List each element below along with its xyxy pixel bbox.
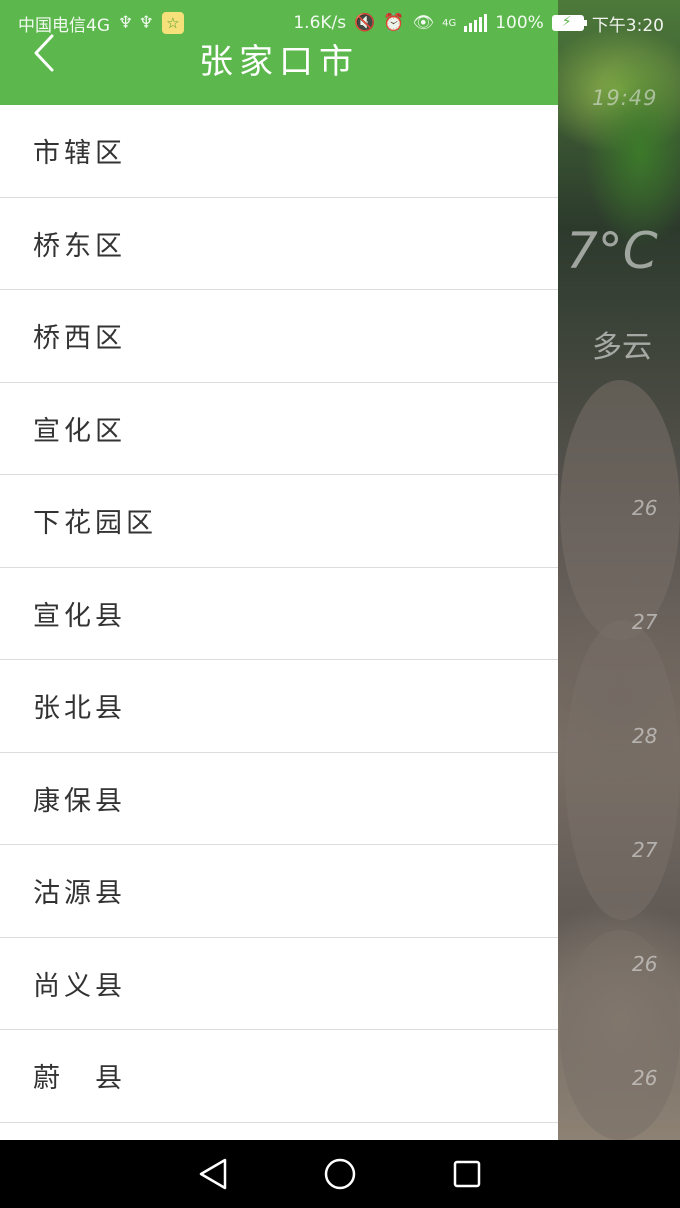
list-item[interactable]: 张北县 xyxy=(0,660,558,753)
list-item-label: 下花园区 xyxy=(33,508,157,540)
background-rock xyxy=(560,930,680,1140)
list-item-label: 宣化县 xyxy=(33,600,126,632)
signal-icon xyxy=(464,14,488,32)
mute-icon: 🔇 xyxy=(354,13,376,33)
forecast-temp: 28 xyxy=(632,724,658,748)
list-item-label: 尚义县 xyxy=(33,970,126,1002)
list-item-label: 沽源县 xyxy=(33,878,126,910)
forecast-temp: 27 xyxy=(632,838,658,862)
list-item[interactable]: 下花园区 xyxy=(0,475,558,568)
nav-back-button[interactable] xyxy=(189,1150,237,1198)
battery-icon: ⚡ xyxy=(551,14,587,31)
usb-icon: ♆ ♆ xyxy=(118,13,154,33)
nav-recents-button[interactable] xyxy=(443,1150,491,1198)
district-drawer: 张家口市 市辖区 桥东区 桥西区 宣化区 下花园区 宣化县 张北县 康保县 沽源… xyxy=(0,0,558,1140)
list-item-label: 桥东区 xyxy=(33,230,126,262)
background-rock xyxy=(565,620,680,920)
background-time: 19:49 xyxy=(592,86,658,110)
status-left: 中国电信4G ♆ ♆ ☆ xyxy=(18,11,184,36)
list-item[interactable]: 桥东区 xyxy=(0,198,558,290)
list-item[interactable]: 市辖区 xyxy=(0,105,558,198)
list-item-label: 桥西区 xyxy=(33,323,126,355)
list-item[interactable]: 沽源县 xyxy=(0,845,558,938)
square-recents-icon xyxy=(453,1160,480,1188)
clock: 下午3:20 xyxy=(591,15,664,36)
list-item-label: 蔚 县 xyxy=(33,1063,126,1095)
list-item-label: 康保县 xyxy=(33,785,126,817)
list-item[interactable]: 宣化县 xyxy=(0,568,558,660)
background-condition: 多云 xyxy=(592,330,652,365)
status-right: 1.6K/s 🔇 ⏰ 👁 4G 100% ⚡ 下午3:20 xyxy=(293,11,664,36)
network-speed: 1.6K/s xyxy=(293,13,347,33)
forecast-temp: 26 xyxy=(632,1066,658,1090)
alarm-icon: ⏰ xyxy=(383,13,405,33)
forecast-temp: 26 xyxy=(632,952,658,976)
list-item[interactable]: 宣化区 xyxy=(0,383,558,475)
background-temperature: 7°C xyxy=(566,222,658,280)
list-item[interactable]: 蔚 县 xyxy=(0,1030,558,1123)
list-item-label: 张北县 xyxy=(33,693,126,725)
carrier-label: 中国电信4G xyxy=(18,15,110,36)
list-item[interactable]: 康保县 xyxy=(0,753,558,845)
eye-icon: 👁 xyxy=(412,13,435,33)
list-item[interactable]: 桥西区 xyxy=(0,290,558,383)
forecast-temp: 26 xyxy=(632,496,658,520)
battery-percent: 100% xyxy=(495,13,544,33)
triangle-back-icon xyxy=(200,1158,227,1190)
circle-home-icon xyxy=(324,1158,356,1190)
nav-home-button[interactable] xyxy=(316,1150,364,1198)
list-item-label: 市辖区 xyxy=(33,138,126,170)
background-rock xyxy=(560,380,680,640)
notification-badge-icon: ☆ xyxy=(161,12,184,34)
status-bar: 中国电信4G ♆ ♆ ☆ 1.6K/s 🔇 ⏰ 👁 4G 100% ⚡ 下午3:… xyxy=(0,0,680,46)
list-item-label: 宣化区 xyxy=(33,415,126,447)
navigation-bar xyxy=(0,1140,680,1208)
network-type: 4G xyxy=(442,17,457,29)
district-list: 市辖区 桥东区 桥西区 宣化区 下花园区 宣化县 张北县 康保县 沽源县 尚义县… xyxy=(0,105,558,1123)
list-item[interactable]: 尚义县 xyxy=(0,938,558,1030)
forecast-temp: 27 xyxy=(632,610,658,634)
